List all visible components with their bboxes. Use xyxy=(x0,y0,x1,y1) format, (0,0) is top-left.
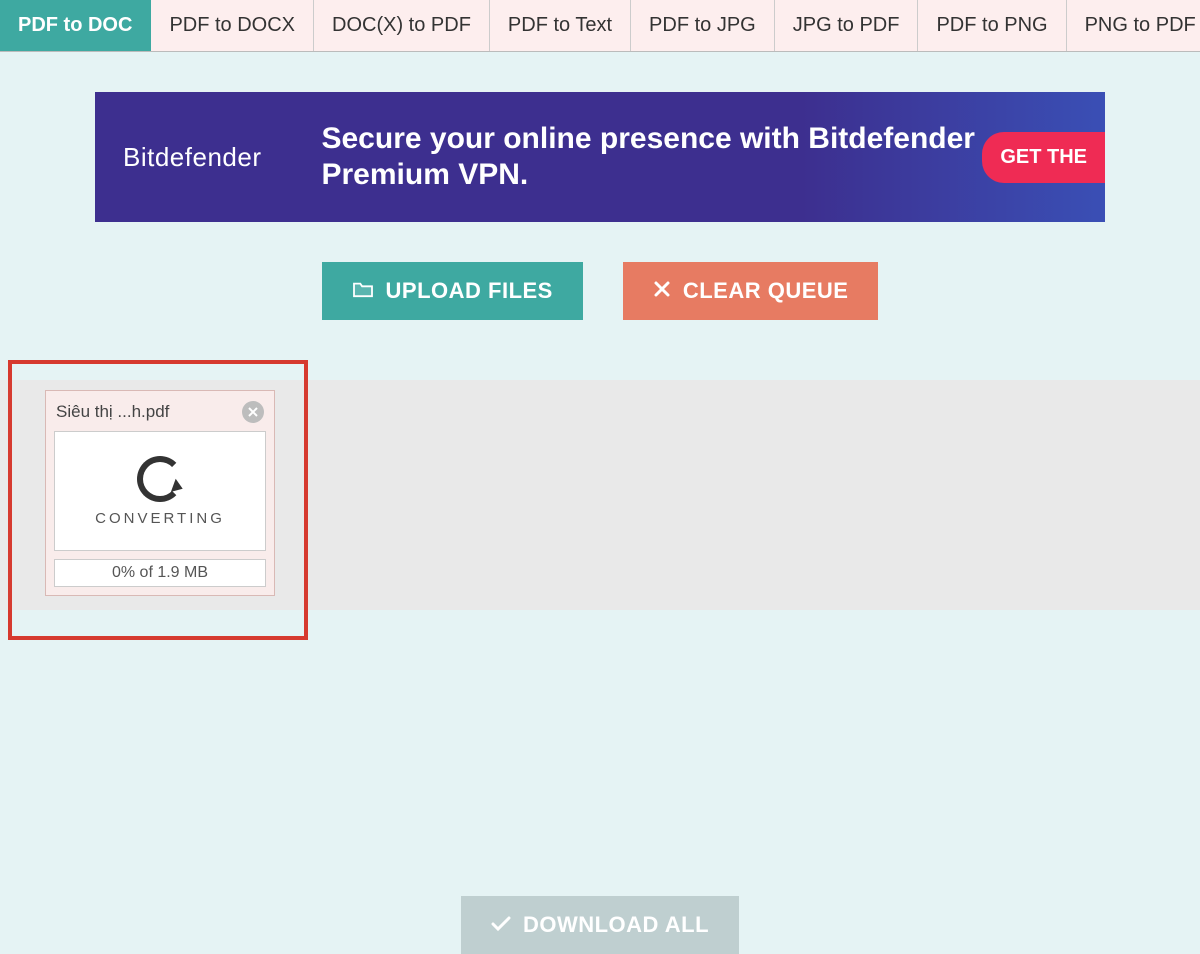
download-label: DOWNLOAD ALL xyxy=(523,912,709,938)
tab-pdf-to-docx[interactable]: PDF to DOCX xyxy=(151,0,314,51)
tab-png-to-pdf[interactable]: PNG to PDF xyxy=(1067,0,1200,51)
ad-banner[interactable]: Bitdefender Secure your online presence … xyxy=(95,92,1105,222)
action-bar: UPLOAD FILES CLEAR QUEUE xyxy=(0,252,1200,350)
tab-pdf-to-png[interactable]: PDF to PNG xyxy=(918,0,1066,51)
file-progress: 0% of 1.9 MB xyxy=(54,559,266,587)
upload-label: UPLOAD FILES xyxy=(386,278,553,304)
tab-pdf-to-doc[interactable]: PDF to DOC xyxy=(0,0,151,51)
conversion-tabs: PDF to DOC PDF to DOCX DOC(X) to PDF PDF… xyxy=(0,0,1200,52)
download-bar: DOWNLOAD ALL xyxy=(0,896,1200,954)
clear-queue-button[interactable]: CLEAR QUEUE xyxy=(623,262,879,320)
tab-pdf-to-jpg[interactable]: PDF to JPG xyxy=(631,0,775,51)
tab-pdf-to-text[interactable]: PDF to Text xyxy=(490,0,631,51)
download-all-button[interactable]: DOWNLOAD ALL xyxy=(461,896,739,954)
tab-jpg-to-pdf[interactable]: JPG to PDF xyxy=(775,0,919,51)
ad-banner-wrap: Bitdefender Secure your online presence … xyxy=(0,52,1200,252)
file-queue: Siêu thị ...h.pdf CONVERTING 0% of 1.9 M… xyxy=(0,350,1200,596)
file-status-label: CONVERTING xyxy=(95,510,225,527)
close-icon xyxy=(653,278,671,304)
remove-file-button[interactable] xyxy=(242,401,264,423)
clear-label: CLEAR QUEUE xyxy=(683,278,849,304)
tab-docx-to-pdf[interactable]: DOC(X) to PDF xyxy=(314,0,490,51)
file-card: Siêu thị ...h.pdf CONVERTING 0% of 1.9 M… xyxy=(45,390,275,596)
ad-cta-button[interactable]: GET THE xyxy=(982,132,1105,183)
close-icon xyxy=(248,407,258,417)
spinner-icon xyxy=(137,456,183,502)
file-name: Siêu thị ...h.pdf xyxy=(56,402,169,422)
check-icon xyxy=(491,912,511,938)
ad-headline: Secure your online presence with Bitdefe… xyxy=(321,121,982,193)
file-status-panel: CONVERTING xyxy=(54,431,266,551)
folder-open-icon xyxy=(352,278,374,304)
ad-brand: Bitdefender xyxy=(123,142,261,173)
upload-files-button[interactable]: UPLOAD FILES xyxy=(322,262,583,320)
file-card-header: Siêu thị ...h.pdf xyxy=(54,399,266,431)
